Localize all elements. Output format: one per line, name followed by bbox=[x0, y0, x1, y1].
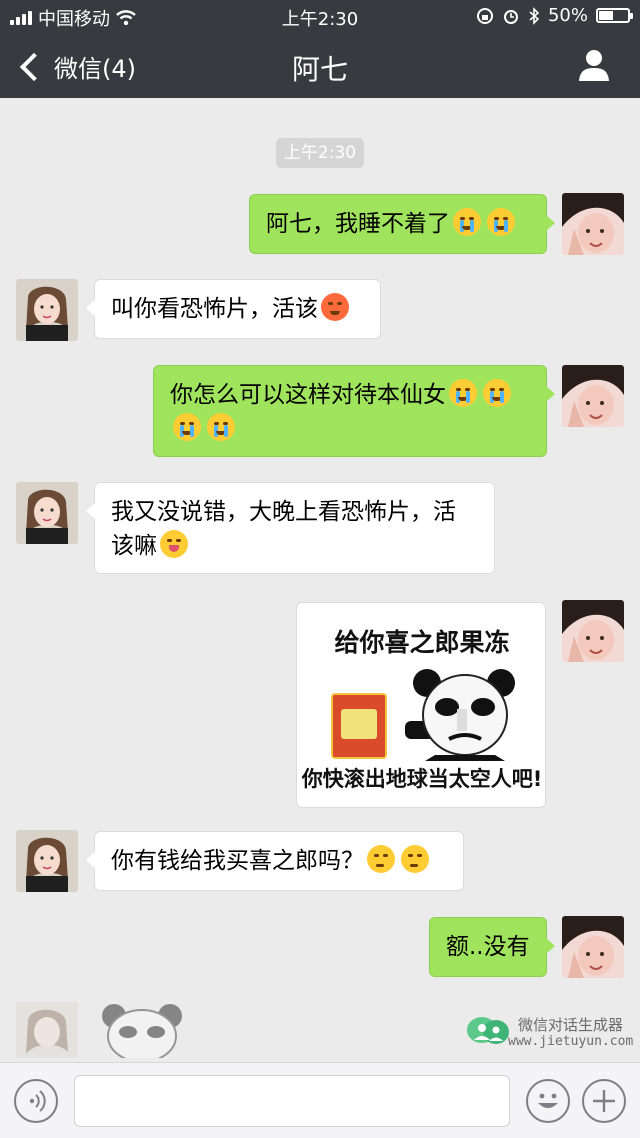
thinking-face-icon bbox=[367, 845, 395, 873]
chat-title: 阿七 bbox=[291, 53, 348, 86]
crying-face-icon bbox=[487, 208, 515, 236]
message-bubble-incoming[interactable]: 叫你看恐怖片，活该 bbox=[86, 279, 381, 339]
message-text: 你怎么可以这样对待本仙女 bbox=[170, 382, 446, 408]
nav-bar: 微信(4) 阿七 bbox=[0, 32, 640, 98]
battery-percent: 50% bbox=[547, 5, 588, 26]
sticker-top-text: 给你喜之郎果冻 bbox=[334, 628, 510, 657]
watermark-url: www.jietuyun.com bbox=[508, 1034, 634, 1049]
status-bar: 中国移动 上午2:30 50% bbox=[0, 0, 640, 32]
status-right: 50% bbox=[476, 5, 633, 26]
avatar-contact[interactable] bbox=[16, 482, 78, 544]
message-bubble-outgoing[interactable]: 你怎么可以这样对待本仙女 bbox=[153, 365, 555, 457]
avatar-self[interactable] bbox=[562, 600, 624, 662]
avatar-self[interactable] bbox=[562, 365, 624, 427]
panda-meme-image bbox=[405, 669, 515, 761]
message-bubble-incoming[interactable]: 我又没说错，大晚上看恐怖片，活 该嘛 bbox=[86, 482, 495, 574]
profile-icon[interactable] bbox=[578, 48, 610, 82]
smiley-icon bbox=[538, 1093, 558, 1108]
crying-face-icon bbox=[449, 379, 477, 407]
more-actions-button[interactable] bbox=[582, 1079, 626, 1123]
message-text: 叫你看恐怖片，活该 bbox=[111, 296, 318, 322]
message-text: 额..没有 bbox=[446, 934, 530, 960]
jelly-bag-image bbox=[331, 693, 387, 759]
crying-face-icon bbox=[207, 413, 235, 441]
message-bubble-outgoing[interactable]: 额..没有 bbox=[429, 917, 555, 977]
message-text: 阿七，我睡不着了 bbox=[266, 211, 450, 237]
angry-face-icon bbox=[321, 293, 349, 321]
message-bubble-incoming[interactable]: 你有钱给我买喜之郎吗？ bbox=[86, 831, 464, 891]
message-bubble-outgoing[interactable]: 阿七，我睡不着了 bbox=[249, 194, 555, 254]
faded-panda-sticker bbox=[102, 1004, 182, 1058]
crying-face-icon bbox=[173, 413, 201, 441]
avatar-contact[interactable] bbox=[16, 279, 78, 341]
message-text-line2: 该嘛 bbox=[111, 533, 157, 559]
emoji-button[interactable] bbox=[526, 1079, 570, 1123]
watermark-title: 微信对话生成器 bbox=[518, 1017, 624, 1034]
sticker-bottom-text: 你快滚出地球当太空人吧! bbox=[301, 767, 543, 791]
crying-face-icon bbox=[483, 379, 511, 407]
voice-icon bbox=[29, 1090, 46, 1112]
message-text: 你有钱给我买喜之郎吗？ bbox=[111, 848, 364, 874]
avatar-contact[interactable] bbox=[16, 830, 78, 892]
voice-input-button[interactable] bbox=[14, 1079, 58, 1123]
sticker-message[interactable]: 给你喜之郎果冻 你快滚出地球当太空人吧! bbox=[296, 602, 546, 808]
avatar-self[interactable] bbox=[562, 916, 624, 978]
faded-avatar-contact bbox=[16, 1002, 78, 1058]
message-text-line1: 我又没说错，大晚上看恐怖片，活 bbox=[111, 499, 456, 525]
rotation-lock-icon bbox=[476, 7, 493, 24]
alarm-icon bbox=[503, 9, 518, 24]
watermark-chat-icon bbox=[467, 1017, 509, 1044]
message-timestamp: 上午2:30 bbox=[276, 138, 364, 168]
input-bar bbox=[0, 1062, 640, 1138]
plus-icon bbox=[593, 1090, 615, 1112]
tongue-wink-face-icon bbox=[160, 530, 188, 558]
bluetooth-icon bbox=[529, 6, 540, 25]
avatar-self[interactable] bbox=[562, 193, 624, 255]
crying-face-icon bbox=[453, 208, 481, 236]
thinking-face-icon bbox=[401, 845, 429, 873]
message-input[interactable] bbox=[74, 1075, 510, 1127]
battery-icon bbox=[596, 8, 633, 23]
